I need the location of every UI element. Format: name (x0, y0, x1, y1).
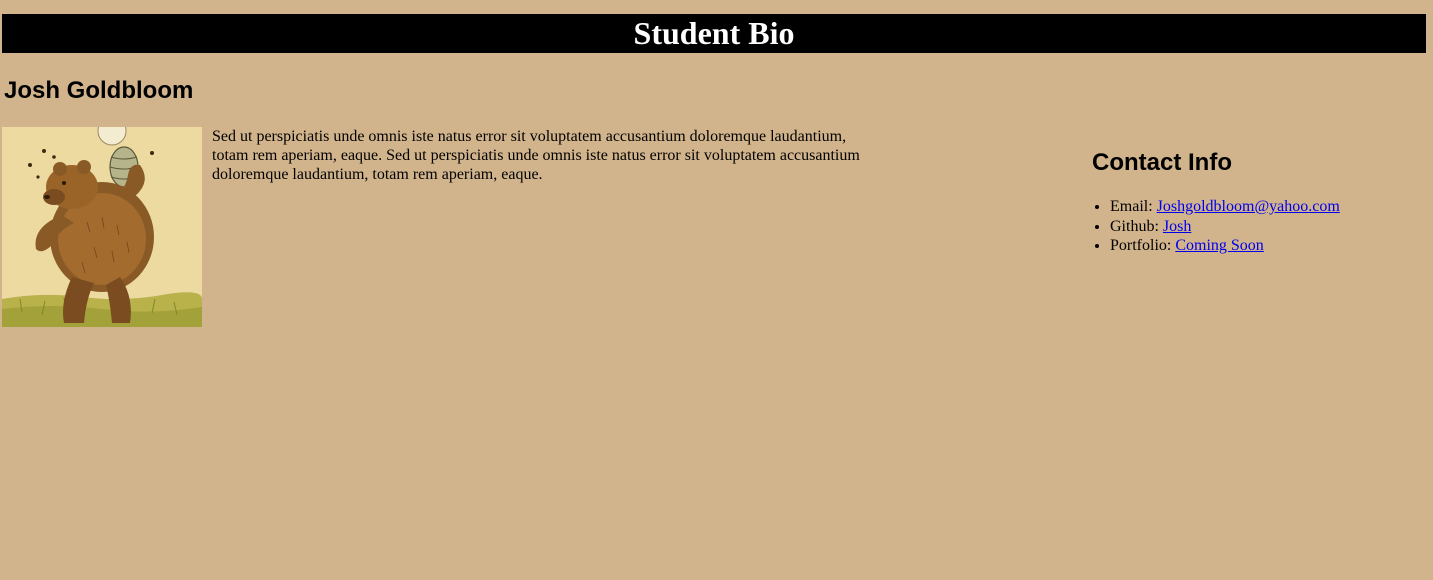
github-link[interactable]: Josh (1163, 218, 1191, 235)
page-title: Student Bio (633, 15, 795, 51)
student-name: Josh Goldbloom (4, 77, 194, 104)
email-link[interactable]: Joshgoldbloom@yahoo.com (1157, 198, 1340, 215)
contact-item-github: Github: Josh (1110, 217, 1422, 237)
contact-item-email: Email: Joshgoldbloom@yahoo.com (1110, 197, 1422, 217)
contact-list: Email: Joshgoldbloom@yahoo.com Github: J… (1092, 197, 1422, 256)
bear-photo (2, 127, 202, 327)
bio-text: Sed ut perspiciatis unde omnis iste natu… (212, 128, 860, 183)
page-header: Student Bio (2, 14, 1426, 53)
contact-item-portfolio: Portfolio: Coming Soon (1110, 236, 1422, 256)
contact-title: Contact Info (1092, 149, 1232, 176)
bear-illustration (2, 127, 202, 327)
portfolio-label: Portfolio: (1110, 237, 1176, 254)
email-label: Email: (1110, 198, 1157, 215)
github-label: Github: (1110, 217, 1163, 235)
contact-section: Contact Info Email: Joshgoldbloom@yahoo.… (1092, 146, 1422, 256)
portfolio-link[interactable]: Coming Soon (1175, 237, 1263, 254)
